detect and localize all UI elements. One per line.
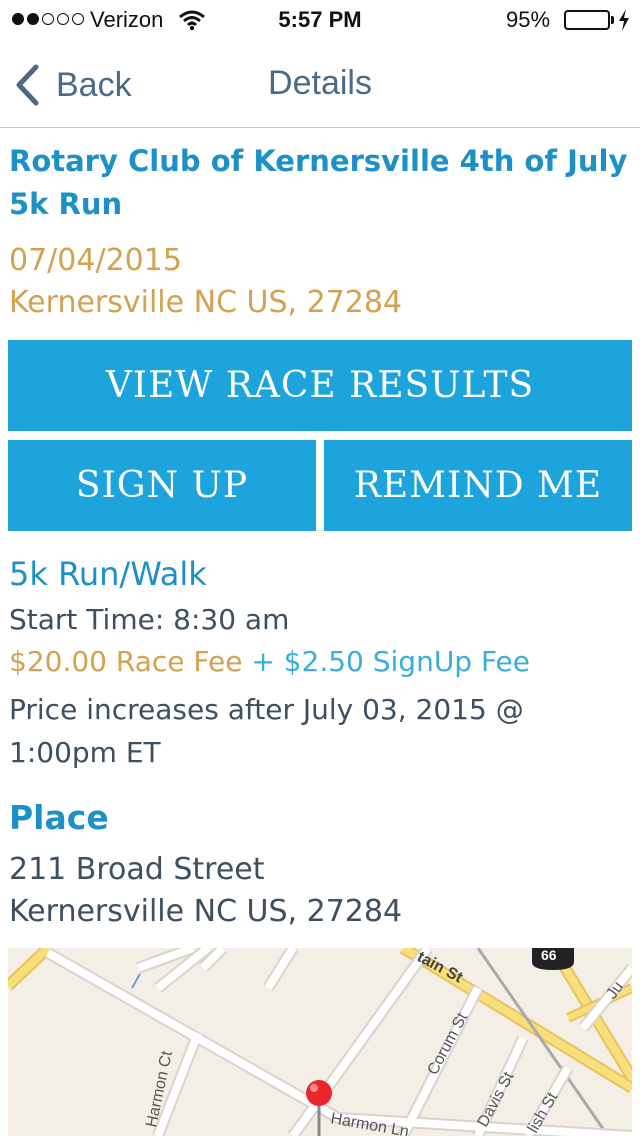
view-race-results-button[interactable]: VIEW RACE RESULTS — [8, 340, 632, 431]
map-label-corum-st: Corum St — [425, 1010, 472, 1078]
location-map[interactable]: 66 Harmon Ct Harmon Ln Corum St Davis St… — [8, 948, 632, 1136]
race-fee: $20.00 Race Fee — [9, 645, 243, 678]
lightning-bolt-icon — [618, 9, 630, 36]
back-label: Back — [56, 65, 132, 104]
navigation-bar: Back Details — [0, 40, 640, 128]
route-shield-label: 66 — [541, 948, 557, 963]
sign-up-button[interactable]: SIGN UP — [8, 440, 316, 531]
back-button[interactable]: Back — [14, 62, 132, 108]
address-street: 211 Broad Street — [9, 852, 265, 887]
signup-fee: + $2.50 SignUp Fee — [242, 645, 531, 678]
remind-me-button[interactable]: REMIND ME — [324, 440, 632, 531]
address-city: Kernersville NC US, 27284 — [9, 894, 403, 929]
status-bar: Verizon 5:57 PM 95% — [0, 0, 640, 40]
race-date: 07/04/2015 — [9, 243, 182, 278]
battery-nub — [611, 16, 614, 24]
map-canvas: 66 Harmon Ct Harmon Ln Corum St Davis St… — [8, 948, 632, 1136]
start-time: Start Time: 8:30 am — [9, 603, 290, 636]
place-heading: Place — [9, 798, 109, 837]
battery-icon — [564, 10, 610, 30]
map-label-davis-st: Davis St — [475, 1069, 518, 1130]
chevron-left-icon — [16, 64, 39, 106]
map-label-mountain-st: tain St — [414, 949, 466, 987]
price-increase-note: Price increases after July 03, 2015 @ 1:… — [9, 693, 524, 769]
fee-line: $20.00 Race Fee + $2.50 SignUp Fee — [9, 645, 530, 678]
race-title: Rotary Club of Kernersville 4th of July … — [9, 144, 628, 221]
battery-percent: 95% — [506, 7, 551, 32]
race-location: Kernersville NC US, 27284 — [9, 285, 403, 320]
event-name: 5k Run/Walk — [9, 555, 207, 593]
